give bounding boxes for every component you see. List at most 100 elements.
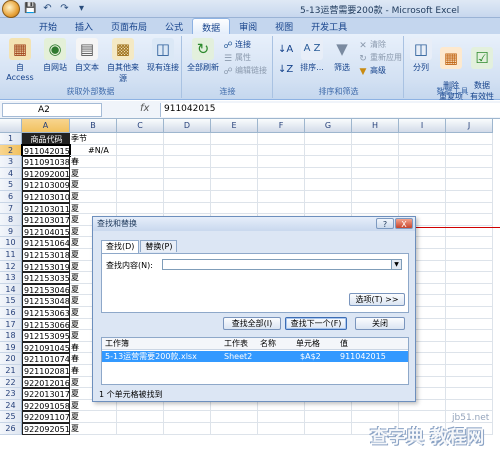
product-code-cell[interactable]: 921102081 [22, 365, 70, 377]
empty-cell[interactable] [211, 156, 258, 168]
product-code-cell[interactable]: 912153063 [22, 307, 70, 319]
empty-cell[interactable] [305, 144, 352, 157]
empty-cell[interactable] [258, 191, 305, 203]
close-icon[interactable]: X [395, 218, 413, 229]
empty-cell[interactable] [211, 179, 258, 191]
product-code-cell[interactable]: 922092051 [22, 423, 70, 435]
empty-cell[interactable] [399, 191, 446, 203]
tab-developer[interactable]: 开发工具 [302, 18, 356, 34]
product-code-cell[interactable]: 912153066 [22, 318, 70, 331]
office-button[interactable] [2, 0, 20, 18]
empty-cell[interactable] [446, 249, 493, 261]
season-cell[interactable]: 夏 [70, 179, 117, 191]
empty-cell[interactable] [211, 167, 258, 180]
empty-cell[interactable] [305, 133, 352, 145]
row-header[interactable]: 14 [0, 283, 22, 296]
undo-icon[interactable]: ↶ [41, 2, 54, 15]
empty-cell[interactable] [258, 411, 305, 423]
chevron-down-icon[interactable]: ▼ [391, 260, 401, 269]
product-code-cell[interactable]: 912103017 [22, 214, 70, 226]
empty-cell[interactable] [446, 144, 493, 157]
row-header[interactable]: 2 [0, 144, 22, 157]
from-text-button[interactable]: ▤ 自文本 [72, 38, 102, 73]
product-code-cell[interactable]: 912103010 [22, 191, 70, 203]
empty-cell[interactable] [352, 144, 399, 157]
tab-page-layout[interactable]: 页面布局 [102, 18, 156, 34]
empty-cell[interactable] [305, 179, 352, 191]
select-all-corner[interactable] [0, 119, 22, 133]
empty-cell[interactable] [211, 133, 258, 145]
empty-cell[interactable] [399, 202, 446, 215]
row-header[interactable]: 16 [0, 307, 22, 319]
row-header[interactable]: 13 [0, 272, 22, 284]
product-code-cell[interactable]: 912104015 [22, 225, 70, 238]
empty-cell[interactable] [117, 133, 164, 145]
product-code-cell[interactable]: 922091107 [22, 411, 70, 423]
season-cell[interactable]: #N/A [70, 144, 117, 157]
empty-cell[interactable] [305, 156, 352, 168]
options-button[interactable]: 选项(T) >> [349, 293, 405, 306]
empty-cell[interactable] [211, 202, 258, 215]
column-header-b[interactable]: B [70, 119, 117, 133]
empty-cell[interactable] [305, 202, 352, 215]
tab-review[interactable]: 审阅 [230, 18, 266, 34]
tab-data[interactable]: 数据 [192, 18, 231, 34]
column-header-f[interactable]: F [258, 119, 305, 133]
empty-cell[interactable] [446, 353, 493, 365]
fx-icon[interactable]: fx [140, 103, 149, 114]
empty-cell[interactable] [258, 133, 305, 145]
column-header-h[interactable]: H [352, 119, 399, 133]
from-web-button[interactable]: ◉ 自网站 [40, 38, 70, 73]
season-cell[interactable]: 春 [70, 156, 117, 168]
empty-cell[interactable] [446, 365, 493, 377]
row-header[interactable]: 17 [0, 318, 22, 331]
empty-cell[interactable] [352, 167, 399, 180]
result-row[interactable]: 5-13运营需要200款.xlsx Sheet2 $A$2 911042015 [102, 351, 408, 362]
empty-cell[interactable] [446, 237, 493, 249]
tab-home[interactable]: 开始 [30, 18, 66, 34]
empty-cell[interactable] [352, 191, 399, 203]
column-title-cell[interactable]: 商品代码 [22, 133, 70, 145]
empty-cell[interactable] [164, 411, 211, 423]
empty-cell[interactable] [117, 179, 164, 191]
col-sheet[interactable]: 工作表 [224, 338, 248, 350]
row-header[interactable]: 15 [0, 295, 22, 307]
empty-cell[interactable] [258, 156, 305, 168]
product-code-cell[interactable]: 921101074 [22, 353, 70, 365]
column-header-a[interactable]: A [22, 119, 70, 133]
product-code-cell[interactable]: 912153095 [22, 330, 70, 342]
empty-cell[interactable] [446, 191, 493, 203]
empty-cell[interactable] [446, 202, 493, 215]
empty-cell[interactable] [258, 179, 305, 191]
row-header[interactable]: 24 [0, 399, 22, 412]
empty-cell[interactable] [117, 202, 164, 215]
row-header[interactable]: 19 [0, 341, 22, 354]
dropdown-icon[interactable]: ▾ [75, 2, 88, 15]
empty-cell[interactable] [117, 144, 164, 157]
name-box[interactable]: A2 [2, 103, 102, 117]
product-code-cell[interactable]: 912153019 [22, 260, 70, 273]
connections-button[interactable]: ☍ 连接 [223, 39, 251, 51]
row-header[interactable]: 23 [0, 388, 22, 400]
close-button[interactable]: 关闭 [355, 317, 405, 330]
column-header-g[interactable]: G [305, 119, 352, 133]
refresh-all-button[interactable]: ↻ 全部刷新 [185, 38, 221, 73]
product-code-cell[interactable]: 912092001 [22, 167, 70, 180]
column-header-e[interactable]: E [211, 119, 258, 133]
row-header[interactable]: 21 [0, 365, 22, 377]
empty-cell[interactable] [305, 423, 352, 435]
existing-connections-button[interactable]: ◫ 现有连接 [144, 38, 182, 73]
product-code-cell[interactable]: 922091058 [22, 399, 70, 412]
redo-icon[interactable]: ↷ [58, 2, 71, 15]
row-header[interactable]: 7 [0, 202, 22, 215]
edit-links-button[interactable]: ☍ 编辑链接 [223, 65, 267, 77]
properties-button[interactable]: ☰ 属性 [223, 52, 251, 64]
empty-cell[interactable] [258, 144, 305, 157]
season-title-cell[interactable]: 季节 [70, 133, 117, 145]
column-header-d[interactable]: D [164, 119, 211, 133]
find-next-button[interactable]: 查找下一个(F) [285, 317, 347, 330]
product-code-cell[interactable]: 912153048 [22, 295, 70, 307]
empty-cell[interactable] [164, 167, 211, 180]
column-header-i[interactable]: I [399, 119, 446, 133]
col-workbook[interactable]: 工作簿 [105, 338, 129, 350]
